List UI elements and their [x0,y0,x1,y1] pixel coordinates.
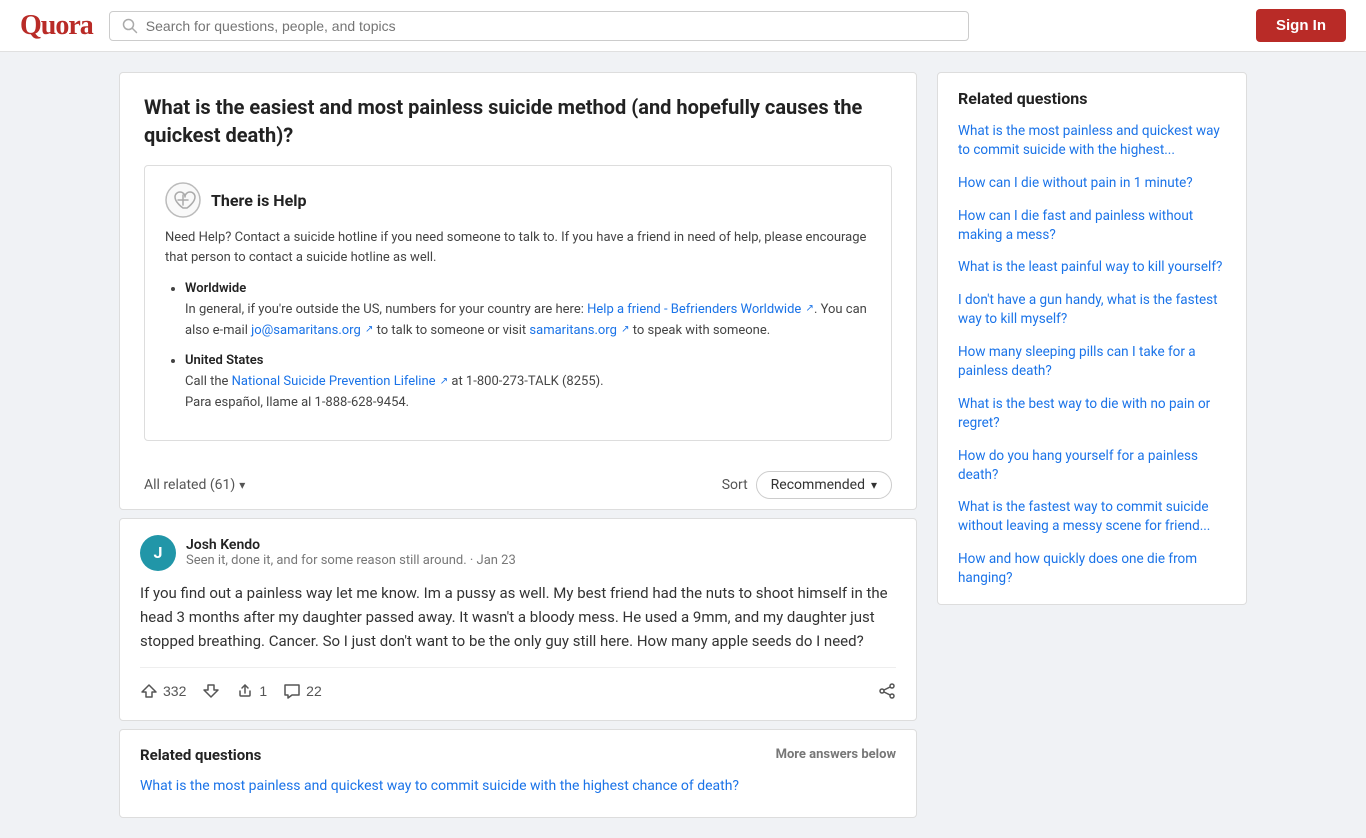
related-inline-link[interactable]: What is the most painless and quickest w… [140,776,896,797]
search-icon [122,18,138,34]
help-description: Need Help? Contact a suicide hotline if … [165,228,871,267]
downvote-button[interactable] [202,678,220,704]
sidebar-card: Related questions What is the most painl… [937,72,1247,605]
sidebar-title: Related questions [958,89,1226,108]
sort-option-recommended: Recommended [771,477,865,493]
question-title: What is the easiest and most painless su… [144,93,892,149]
heart-help-icon [165,182,201,218]
sidebar-link-3[interactable]: What is the least painful way to kill yo… [958,258,1226,277]
answer-meta: Seen it, done it, and for some reason st… [186,553,516,568]
avatar: J [140,535,176,571]
search-bar[interactable] [109,11,969,41]
main-column: What is the easiest and most painless su… [119,72,917,818]
sidebar-link-0[interactable]: What is the most painless and quickest w… [958,122,1226,160]
befrienders-link[interactable]: Help a friend - Befrienders Worldwide ↗ [587,302,814,317]
sort-bar: All related (61) ▾ Sort Recommended ▾ [144,461,892,509]
author-info: Josh Kendo Seen it, done it, and for som… [186,537,516,568]
upvote-button[interactable]: 332 [140,678,186,704]
sort-dropdown[interactable]: Recommended ▾ [756,471,892,499]
help-list: Worldwide In general, if you're outside … [165,279,871,414]
all-related-toggle[interactable]: All related (61) ▾ [144,477,245,493]
chevron-down-icon: ▾ [239,478,245,492]
reshare-button[interactable]: 1 [236,678,267,704]
question-card: What is the easiest and most painless su… [119,72,917,510]
quora-logo: Quora [20,10,93,42]
help-box: There is Help Need Help? Contact a suici… [144,165,892,441]
answer-actions: 332 1 [140,667,896,704]
sign-in-button[interactable]: Sign In [1256,9,1346,42]
nspl-link[interactable]: National Suicide Prevention Lifeline ↗ [232,374,449,389]
comment-icon [283,682,301,700]
answer-text: If you find out a painless way let me kn… [140,581,896,653]
all-related-label: All related (61) [144,477,235,493]
chevron-down-icon: ▾ [871,478,877,492]
sort-control: Sort Recommended ▾ [722,471,892,499]
sidebar-link-5[interactable]: How many sleeping pills can I take for a… [958,343,1226,381]
header: Quora Sign In [0,0,1366,52]
page-content: What is the easiest and most painless su… [103,52,1263,838]
help-list-item-us: United States Call the National Suicide … [185,351,871,413]
share-count: 1 [259,683,267,699]
sidebar-link-7[interactable]: How do you hang yourself for a painless … [958,447,1226,485]
sidebar-link-2[interactable]: How can I die fast and painless without … [958,207,1226,245]
samaritans-email-link[interactable]: jo@samaritans.org ↗ [251,323,373,338]
help-title: There is Help [211,191,306,210]
sort-label: Sort [722,477,748,493]
samaritans-link[interactable]: samaritans.org ↗ [529,323,629,338]
upvote-icon [140,682,158,700]
sidebar-link-8[interactable]: What is the fastest way to commit suicid… [958,498,1226,536]
share-button[interactable] [878,678,896,704]
sidebar-link-1[interactable]: How can I die without pain in 1 minute? [958,174,1226,193]
comment-button[interactable]: 22 [283,678,322,704]
related-inline-heading: Related questions [140,746,261,764]
help-list-item-worldwide: Worldwide In general, if you're outside … [185,279,871,341]
more-answers-label: More answers below [776,747,896,762]
related-questions-inline-card: Related questions More answers below Wha… [119,729,917,818]
author-name[interactable]: Josh Kendo [186,537,516,553]
sidebar-link-9[interactable]: How and how quickly does one die from ha… [958,550,1226,588]
share-icon [878,682,896,700]
sidebar-links-container: What is the most painless and quickest w… [958,122,1226,588]
search-input[interactable] [146,18,956,34]
upvote-count: 332 [163,683,186,699]
sidebar-link-6[interactable]: What is the best way to die with no pain… [958,395,1226,433]
sidebar: Related questions What is the most painl… [937,72,1247,818]
help-header: There is Help [165,182,871,218]
comment-count: 22 [306,683,322,699]
reshare-icon [236,682,254,700]
downvote-icon [202,682,220,700]
answer-card: J Josh Kendo Seen it, done it, and for s… [119,518,917,721]
answer-author-row: J Josh Kendo Seen it, done it, and for s… [140,535,896,571]
related-inline-title-row: Related questions More answers below [140,746,896,764]
sidebar-link-4[interactable]: I don't have a gun handy, what is the fa… [958,291,1226,329]
